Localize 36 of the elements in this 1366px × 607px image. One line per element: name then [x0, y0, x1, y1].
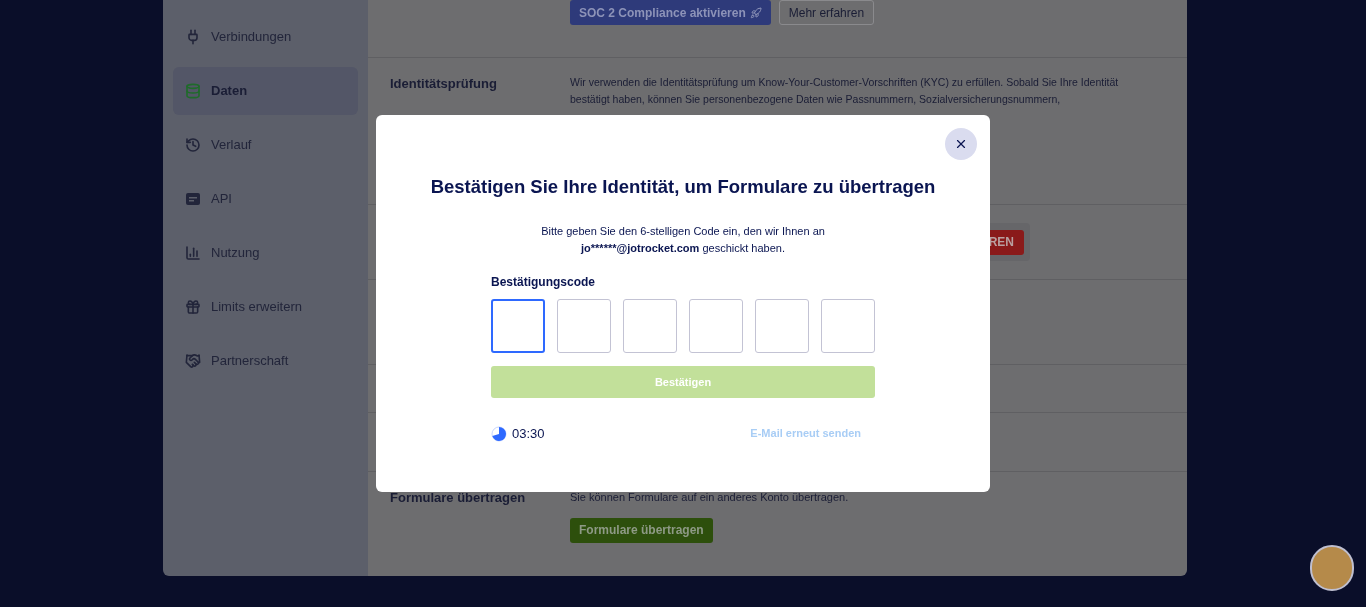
sidebar-item[interactable]: API [173, 175, 358, 223]
modal-title: Bestätigen Sie Ihre Identität, um Formulare zu übertragen [430, 175, 936, 199]
section-title: Identitätsprüfung [390, 75, 498, 93]
handshake-icon [185, 353, 201, 369]
code-label: Bestätigungscode [491, 273, 596, 291]
api-badge-icon [185, 191, 201, 207]
sidebar-item[interactable]: Verbindungen [173, 13, 358, 61]
plug-icon [185, 29, 201, 45]
chat-avatar[interactable] [1310, 545, 1354, 591]
sidebar-item[interactable]: Partnerschaft [173, 337, 358, 385]
modal-message: Bitte geben Sie den 6-stelligen Code ein, den wir Ihnen an jo******@jotrocket.com geschickt haben. [540, 223, 826, 256]
bar-chart-icon [185, 245, 201, 261]
timer-icon [491, 425, 507, 442]
sidebar-item[interactable]: Limits erweitern [173, 283, 358, 331]
code-digit-field[interactable] [623, 298, 677, 353]
sidebar-item[interactable]: Verlauf [173, 121, 358, 169]
code-digit-field[interactable] [557, 298, 611, 353]
code-digit-field[interactable] [755, 298, 809, 353]
secondary-button[interactable]: Mehr erfahren [778, 0, 875, 25]
sidebar-item[interactable]: Nutzung [173, 229, 358, 277]
code-digit-field[interactable] [821, 298, 875, 353]
timer-text: 03:30 [512, 424, 545, 443]
sidebar-item[interactable]: Daten [173, 67, 358, 115]
close-icon [954, 137, 968, 151]
code-digit-field[interactable] [491, 298, 545, 353]
section-title: Formulare übertragen [390, 489, 527, 507]
section-description: Sie können Formulare auf ein anderes Konto übertragen. [570, 490, 849, 505]
history-icon [185, 137, 201, 153]
code-digit-field[interactable] [689, 298, 743, 353]
database-icon [185, 83, 201, 99]
section-description: Wir verwenden die Identitätsprüfung um Know-Your-Customer-Vorschriften (KYC) zu erfüllen. Sobald Sie Ihre Identität bestätigt haben, können Sie personenbezogene Daten wie Passnummern, Sozialversicherungsnummern, [570, 75, 1120, 107]
close-button[interactable] [945, 128, 977, 160]
gift-icon [185, 299, 201, 315]
transfer-button[interactable]: Formulare übertragen [570, 517, 713, 543]
rocket-icon [749, 6, 762, 19]
primary-button[interactable]: SOC 2 Compliance aktivieren [570, 0, 771, 25]
